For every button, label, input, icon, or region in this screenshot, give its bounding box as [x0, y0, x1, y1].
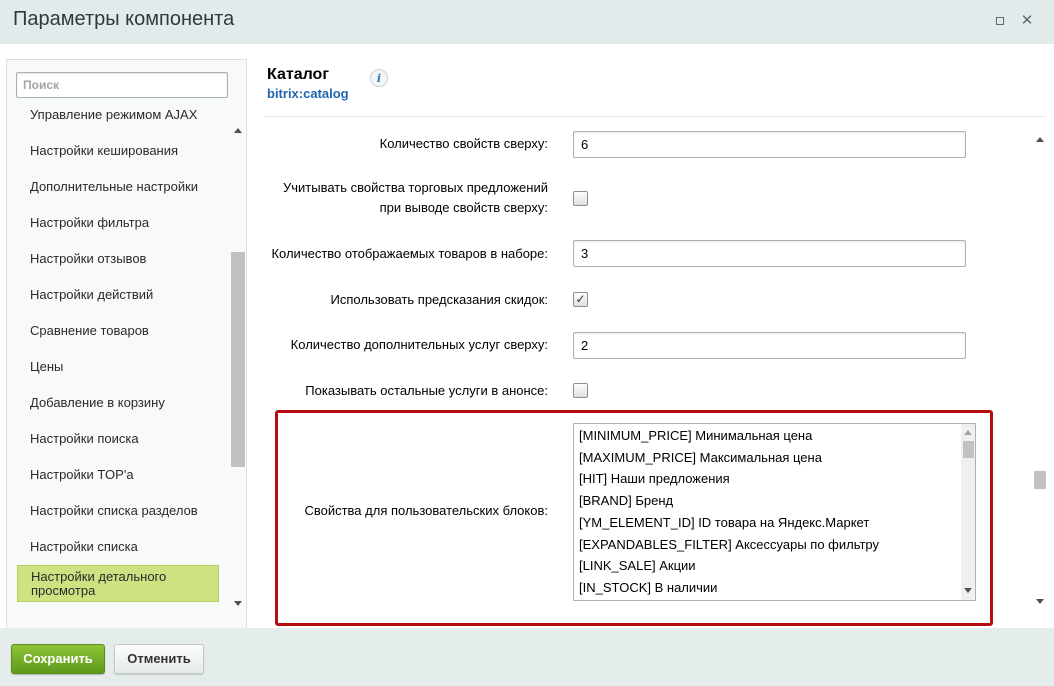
sidebar-item[interactable]: Настройки TOP'а [17, 456, 219, 492]
sidebar-item[interactable]: Сравнение товаров [17, 312, 219, 348]
setting-label: Количество отображаемых товаров в наборе… [271, 246, 548, 261]
multiselect-option[interactable]: [MINIMUM_PRICE] Минимальная цена [579, 428, 812, 443]
sidebar-item[interactable]: Настройки фильтра [17, 204, 219, 240]
setting-label: Количество свойств сверху: [379, 136, 548, 151]
scroll-up-icon[interactable] [1036, 137, 1044, 142]
component-title: Каталог [267, 66, 329, 83]
sidebar-item[interactable]: Настройки действий [17, 276, 219, 312]
sidebar-item[interactable]: Настройки поиска [17, 420, 219, 456]
multiselect-scrollbar[interactable] [961, 424, 975, 600]
sidebar-list: Управление режимом AJAX Настройки кеширов… [7, 110, 231, 612]
sidebar-item[interactable]: Настройки [17, 606, 219, 612]
setting-text-field[interactable]: 6 [573, 131, 966, 158]
setting-checkbox[interactable] [573, 383, 588, 398]
multiselect-option[interactable]: [MAXIMUM_PRICE] Максимальная цена [579, 450, 822, 465]
multiselect-option[interactable]: [EXPANDABLES_FILTER] Аксессуары по фильт… [579, 537, 879, 552]
properties-multiselect[interactable]: [MINIMUM_PRICE] Минимальная цена [MAXIMUM… [573, 423, 976, 601]
sidebar-item[interactable]: Настройки отзывов [17, 240, 219, 276]
sidebar-item[interactable]: Настройки списка [17, 528, 219, 564]
scrollbar-thumb[interactable] [963, 441, 974, 458]
checkmark-icon: ✓ [575, 292, 586, 306]
sidebar-item[interactable]: Дополнительные настройки [17, 168, 219, 204]
multiselect-option[interactable]: [IN_STOCK] В наличии [579, 580, 717, 595]
setting-checkbox[interactable] [573, 191, 588, 206]
multiselect-option[interactable]: [HIT] Наши предложения [579, 471, 730, 486]
sidebar-item[interactable]: Цены [17, 348, 219, 384]
cancel-button[interactable]: Отменить [114, 644, 204, 674]
multiselect-option[interactable]: [YM_ELEMENT_ID] ID товара на Яндекс.Марк… [579, 515, 869, 530]
scroll-down-icon[interactable] [234, 601, 242, 606]
sidebar-item[interactable]: Управление режимом AJAX [17, 110, 219, 132]
scroll-down-icon[interactable] [1036, 599, 1044, 604]
sidebar-scrollbar[interactable] [231, 112, 245, 612]
setting-text-field[interactable]: 2 [573, 332, 966, 359]
dialog-titlebar: Параметры компонента ✕ [0, 0, 1054, 44]
multiselect-option[interactable]: [BRAND] Бренд [579, 493, 673, 508]
info-icon[interactable]: i [370, 69, 388, 87]
scroll-up-icon[interactable] [964, 430, 972, 435]
dialog-title: Параметры компонента [13, 8, 235, 30]
setting-label: Количество дополнительных услуг сверху: [290, 337, 548, 352]
dialog-footer: Сохранить Отменить [0, 628, 1054, 686]
scrollbar-thumb[interactable] [1034, 471, 1046, 489]
component-code: bitrix:catalog [267, 86, 349, 101]
setting-text-field[interactable]: 3 [573, 240, 966, 267]
multi-select-label: Свойства для пользовательских блоков: [304, 503, 548, 518]
setting-label: Использовать предсказания скидок: [330, 292, 548, 307]
sidebar-item[interactable]: Настройки детального просмотра [17, 565, 219, 602]
sidebar-item[interactable]: Добавление в корзину [17, 384, 219, 420]
scrollbar-thumb[interactable] [231, 252, 245, 467]
sidebar: Управление режимом AJAXНастройки кеширов… [6, 59, 247, 661]
scroll-down-icon[interactable] [964, 588, 972, 593]
close-icon[interactable]: ✕ [1020, 13, 1034, 28]
save-button[interactable]: Сохранить [11, 644, 105, 674]
setting-checkbox[interactable]: ✓ [573, 292, 588, 307]
component-heading: Каталог bitrix:catalog [267, 66, 349, 101]
scroll-up-icon[interactable] [234, 128, 242, 133]
sidebar-item[interactable]: Настройки списка разделов [17, 492, 219, 528]
header-divider [265, 116, 1045, 117]
search-input[interactable] [16, 72, 228, 98]
setting-label: Учитывать свойства торговых предложений … [282, 180, 548, 215]
multiselect-option[interactable]: [LINK_SALE] Акции [579, 558, 696, 573]
setting-label: Показывать остальные услуги в анонсе: [305, 383, 548, 398]
sidebar-item[interactable]: Настройки кеширования [17, 132, 219, 168]
main-scrollbar[interactable] [1033, 133, 1047, 609]
maximize-icon[interactable] [993, 14, 1007, 28]
